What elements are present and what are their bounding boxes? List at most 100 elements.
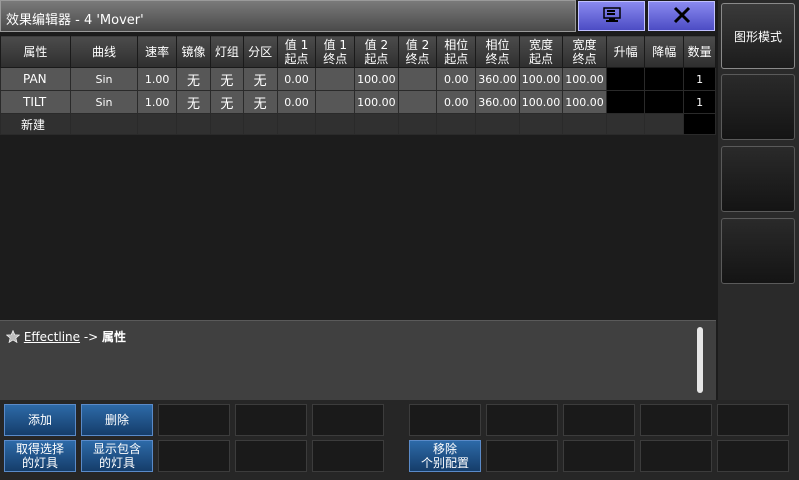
new-row-cell[interactable] (137, 113, 178, 135)
cell-value1-end[interactable] (315, 90, 356, 114)
col-header[interactable]: 镜像 (176, 35, 211, 68)
cell-value2-start[interactable]: 100.00 (354, 90, 399, 114)
new-row-cell[interactable] (69, 113, 139, 135)
new-row-cell[interactable] (605, 113, 646, 135)
new-row-cell[interactable] (315, 113, 356, 135)
new-row-cell[interactable] (176, 113, 211, 135)
col-header[interactable]: 值 1 起点 (276, 35, 317, 68)
new-row-cell[interactable] (644, 113, 685, 135)
col-header[interactable]: 速率 (137, 35, 178, 68)
new-row-cell[interactable] (518, 113, 564, 135)
cell-phase-start[interactable]: 0.00 (436, 67, 477, 91)
new-row-cell[interactable] (683, 113, 716, 135)
col-header[interactable]: 分区 (242, 35, 278, 68)
close-button[interactable] (648, 1, 715, 31)
table-row[interactable]: PAN Sin 1.00 无 无 无 0.00 100.00 0.00 360.… (0, 67, 716, 91)
col-header[interactable]: 值 1 终点 (315, 35, 356, 68)
col-header[interactable]: 宽度 起点 (518, 35, 564, 68)
remove-individual-config-button[interactable]: 移除 个别配置 (409, 440, 481, 472)
cell-width-start[interactable]: 100.00 (518, 67, 564, 91)
table-row[interactable]: TILT Sin 1.00 无 无 无 0.00 100.00 0.00 360… (0, 90, 716, 114)
new-row[interactable]: 新建 (0, 113, 716, 135)
get-selected-fixtures-button[interactable]: 取得选择 的灯具 (4, 440, 76, 472)
col-header[interactable]: 相位 起点 (436, 35, 477, 68)
cell-fall[interactable] (644, 90, 685, 114)
new-row-label[interactable]: 新建 (0, 113, 71, 135)
add-button[interactable]: 添加 (4, 404, 76, 436)
empty-button[interactable] (563, 440, 635, 472)
empty-button[interactable] (486, 404, 558, 436)
cell-group[interactable]: 无 (209, 90, 244, 114)
cell-value2-end[interactable] (397, 67, 438, 91)
empty-button[interactable] (235, 404, 307, 436)
cell-phase-end[interactable]: 360.00 (475, 90, 520, 114)
col-header[interactable]: 升幅 (605, 35, 646, 68)
cell-rise[interactable] (605, 67, 646, 91)
command-scrollbar[interactable] (697, 327, 703, 393)
new-row-cell[interactable] (397, 113, 438, 135)
cell-rise[interactable] (605, 90, 646, 114)
col-header[interactable]: 属性 (0, 35, 71, 68)
col-header[interactable]: 灯组 (209, 35, 244, 68)
cell-rate[interactable]: 1.00 (137, 67, 178, 91)
cell-mirror[interactable]: 无 (176, 90, 211, 114)
empty-button[interactable] (640, 440, 712, 472)
cell-value1-start[interactable]: 0.00 (276, 90, 317, 114)
col-header[interactable]: 曲线 (69, 35, 139, 68)
empty-button[interactable] (409, 404, 481, 436)
cell-mirror[interactable]: 无 (176, 67, 211, 91)
cell-count[interactable]: 1 (683, 67, 716, 91)
delete-button[interactable]: 删除 (81, 404, 153, 436)
empty-button[interactable] (235, 440, 307, 472)
cell-phase-end[interactable]: 360.00 (475, 67, 520, 91)
cell-phase-start[interactable]: 0.00 (436, 90, 477, 114)
cell-attribute[interactable]: TILT (0, 90, 71, 114)
cell-value1-end[interactable] (315, 67, 356, 91)
new-row-cell[interactable] (354, 113, 399, 135)
new-row-cell[interactable] (562, 113, 607, 135)
effectline-link[interactable]: Effectline (24, 330, 80, 344)
sidebar-button-4[interactable] (721, 218, 795, 284)
empty-button[interactable] (486, 440, 558, 472)
cell-width-end[interactable]: 100.00 (562, 67, 607, 91)
col-header[interactable]: 值 2 起点 (354, 35, 399, 68)
cell-curve[interactable]: Sin (69, 67, 139, 91)
pin-button[interactable] (578, 1, 645, 31)
sidebar-button-2[interactable] (721, 74, 795, 140)
new-row-cell[interactable] (475, 113, 520, 135)
cell-partition[interactable]: 无 (242, 67, 278, 91)
col-header[interactable]: 宽度 终点 (562, 35, 607, 68)
empty-button[interactable] (158, 440, 230, 472)
empty-button[interactable] (563, 404, 635, 436)
graphic-mode-button[interactable]: 图形模式 (721, 3, 795, 69)
col-header[interactable]: 数量 (683, 35, 716, 68)
col-header[interactable]: 值 2 终点 (397, 35, 438, 68)
new-row-cell[interactable] (209, 113, 244, 135)
new-row-cell[interactable] (276, 113, 317, 135)
cell-value1-start[interactable]: 0.00 (276, 67, 317, 91)
col-header[interactable]: 相位 终点 (475, 35, 520, 68)
cell-curve[interactable]: Sin (69, 90, 139, 114)
sidebar-button-3[interactable] (721, 146, 795, 212)
empty-button[interactable] (640, 404, 712, 436)
empty-button[interactable] (717, 404, 789, 436)
cell-group[interactable]: 无 (209, 67, 244, 91)
command-line-area[interactable]: Effectline -> 属性 (0, 320, 716, 401)
cell-fall[interactable] (644, 67, 685, 91)
cell-value2-start[interactable]: 100.00 (354, 67, 399, 91)
new-row-cell[interactable] (436, 113, 477, 135)
cell-partition[interactable]: 无 (242, 90, 278, 114)
col-header[interactable]: 降幅 (644, 35, 685, 68)
new-row-cell[interactable] (242, 113, 278, 135)
empty-button[interactable] (717, 440, 789, 472)
cell-attribute[interactable]: PAN (0, 67, 71, 91)
empty-button[interactable] (158, 404, 230, 436)
empty-button[interactable] (312, 404, 384, 436)
cell-width-start[interactable]: 100.00 (518, 90, 564, 114)
cell-width-end[interactable]: 100.00 (562, 90, 607, 114)
cell-value2-end[interactable] (397, 90, 438, 114)
cell-count[interactable]: 1 (683, 90, 716, 114)
empty-button[interactable] (312, 440, 384, 472)
show-contained-fixtures-button[interactable]: 显示包含 的灯具 (81, 440, 153, 472)
cell-rate[interactable]: 1.00 (137, 90, 178, 114)
